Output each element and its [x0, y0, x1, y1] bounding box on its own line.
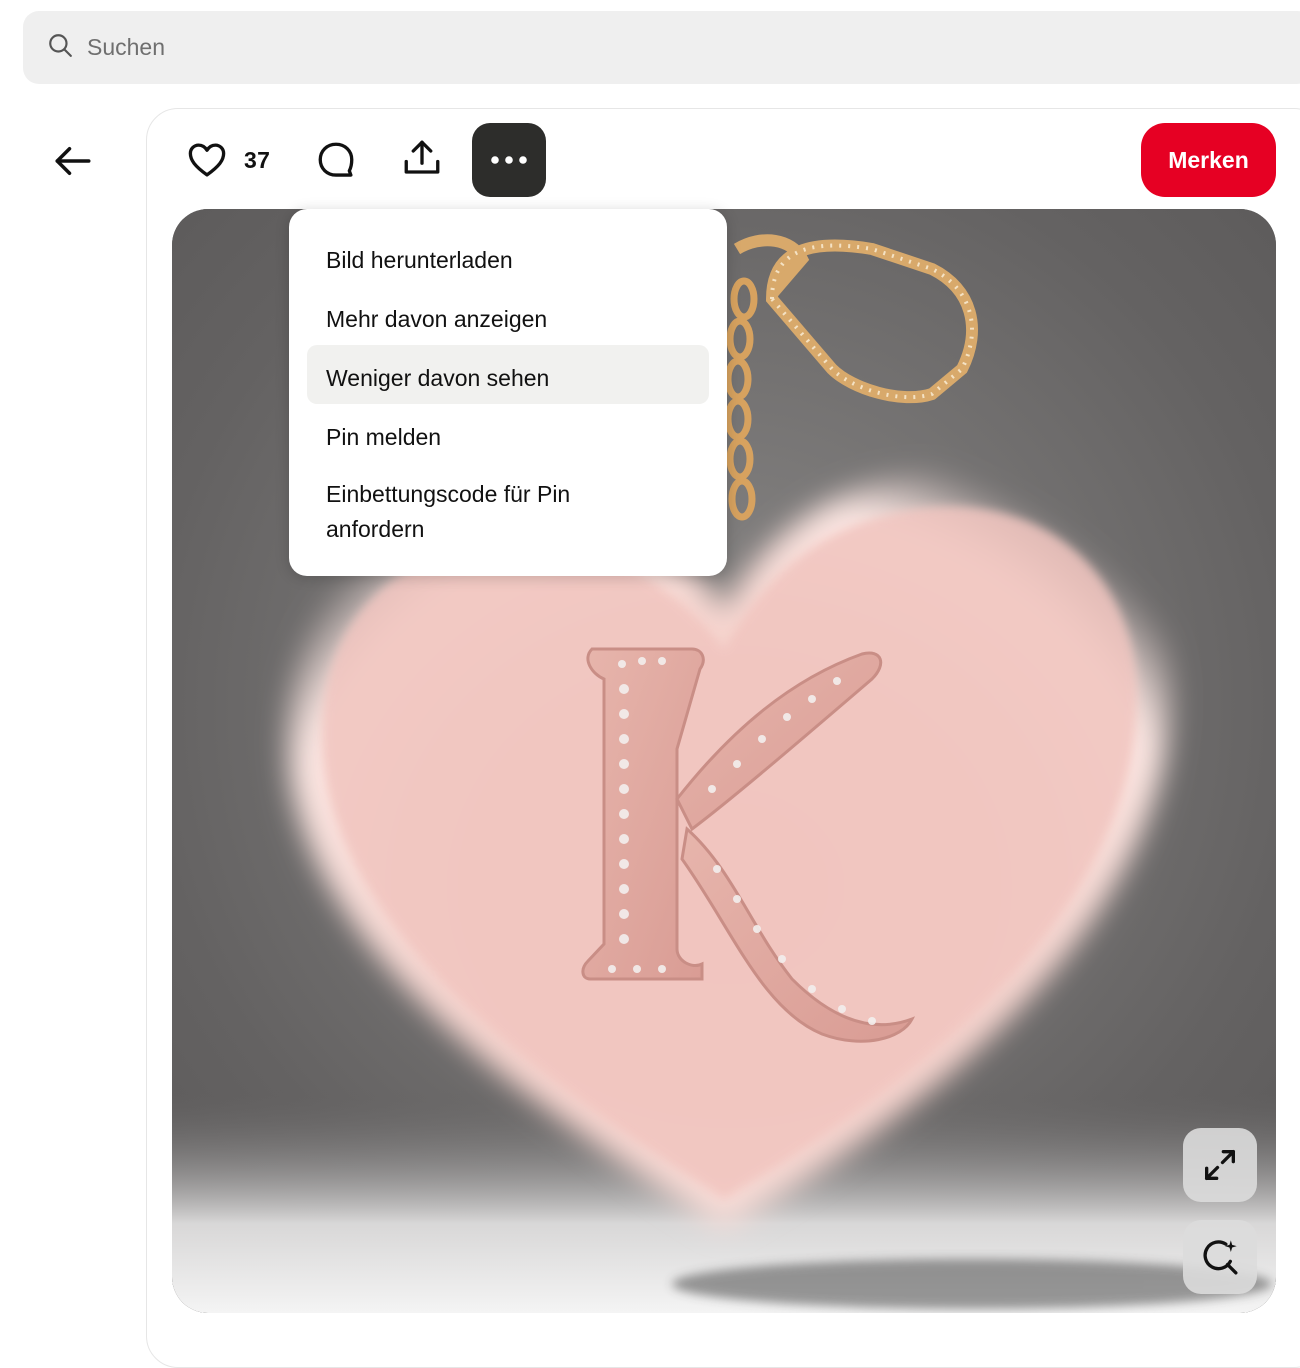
comment-icon — [318, 142, 354, 177]
more-options-menu: Bild herunterladen Mehr davon anzeigen W… — [289, 209, 727, 576]
expand-button[interactable] — [1183, 1128, 1257, 1202]
heart-icon — [188, 143, 226, 177]
menu-item-download-image[interactable]: Bild herunterladen — [307, 227, 709, 286]
arrow-left-icon — [55, 147, 91, 175]
menu-item-embed-code[interactable]: Einbettungscode für Pin anfordern — [307, 463, 637, 562]
pin-action-bar: 37 Merken — [146, 120, 1300, 200]
menu-item-report-pin[interactable]: Pin melden — [307, 404, 709, 463]
ellipsis-icon — [491, 156, 527, 164]
share-button[interactable] — [394, 130, 450, 186]
like-button[interactable] — [186, 139, 228, 181]
like-count: 37 — [244, 146, 271, 173]
share-upload-icon — [404, 140, 440, 174]
comment-button[interactable] — [308, 132, 364, 188]
expand-icon — [1205, 1150, 1235, 1180]
search-bar[interactable] — [23, 11, 1300, 84]
visual-search-icon — [1203, 1240, 1238, 1275]
more-options-button[interactable] — [472, 123, 546, 197]
menu-item-show-less[interactable]: Weniger davon sehen — [307, 345, 709, 404]
visual-search-button[interactable] — [1183, 1220, 1257, 1294]
search-icon — [47, 32, 73, 63]
back-button[interactable] — [40, 128, 106, 194]
menu-item-show-more[interactable]: Mehr davon anzeigen — [307, 286, 709, 345]
like-group: 37 — [186, 136, 270, 184]
search-input[interactable] — [85, 33, 985, 62]
save-button[interactable]: Merken — [1141, 123, 1276, 197]
